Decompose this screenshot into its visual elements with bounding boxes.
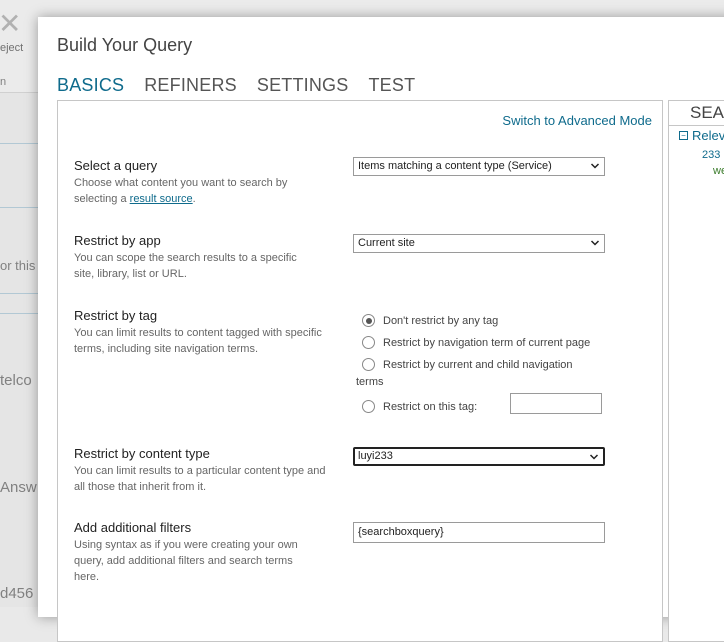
preview-title: SEAR <box>690 103 724 122</box>
select-query-dropdown[interactable]: Items matching a content type (Service) <box>353 157 605 176</box>
radio-label: Restrict on this tag: <box>383 400 478 413</box>
restrict-content-type-label: Restrict by content type <box>74 446 210 461</box>
radio-current-child-navigation[interactable]: Restrict by current and child navigation <box>362 358 573 371</box>
tab-basics[interactable]: BASICS <box>57 75 124 96</box>
radio-this-tag[interactable]: Restrict on this tag: <box>362 400 477 413</box>
relevant-results-label: Relev <box>692 128 724 143</box>
radio-label: Don't restrict by any tag <box>383 314 499 327</box>
content-type-value: luyi233 <box>358 450 393 462</box>
radio-no-tag[interactable]: Don't restrict by any tag <box>362 314 498 327</box>
restrict-app-help: You can scope the search results to a sp… <box>74 252 297 280</box>
select-query-help: Choose what content you want to search b… <box>74 175 314 207</box>
relevant-results-group[interactable]: − Relev <box>679 128 724 143</box>
restrict-tag-label: Restrict by tag <box>74 308 158 323</box>
radio-button[interactable] <box>362 314 375 327</box>
radio-label: Restrict by current and child navigation <box>383 358 573 371</box>
content-type-dropdown[interactable]: luyi233 <box>353 447 605 466</box>
radio-button[interactable] <box>362 358 375 371</box>
additional-filters-label: Add additional filters <box>74 520 192 535</box>
result-link[interactable]: 233 <box>702 149 720 161</box>
result-url: we <box>713 165 724 177</box>
result-source-link[interactable]: result source <box>130 193 193 205</box>
radio-label: Restrict by navigation term of current p… <box>383 336 591 349</box>
restrict-app-value: Current site <box>358 237 415 249</box>
preview-divider <box>669 125 724 126</box>
radio-button[interactable] <box>362 400 375 413</box>
select-query-help-suffix: . <box>192 193 196 205</box>
tab-test[interactable]: TEST <box>368 75 415 96</box>
radio-navigation-term[interactable]: Restrict by navigation term of current p… <box>362 336 590 349</box>
radio-button[interactable] <box>362 336 375 349</box>
additional-filters-input[interactable]: {searchboxquery} <box>353 522 605 543</box>
search-results-preview: SEAR − Relev 233 we <box>668 100 724 642</box>
collapse-icon[interactable]: − <box>679 131 688 140</box>
switch-advanced-mode-link[interactable]: Switch to Advanced Mode <box>502 113 652 128</box>
select-query-label: Select a query <box>74 158 158 173</box>
restrict-app-label: Restrict by app <box>74 233 161 248</box>
tab-settings[interactable]: SETTINGS <box>257 75 349 96</box>
select-query-value: Items matching a content type (Service) <box>358 160 552 172</box>
restrict-content-type-help: You can limit results to a particular co… <box>74 465 326 493</box>
tab-refiners[interactable]: REFINERS <box>144 75 237 96</box>
chevron-down-icon <box>589 454 599 460</box>
additional-filters-help: Using syntax as if you were creating you… <box>74 539 298 583</box>
chevron-down-icon <box>590 240 600 246</box>
build-query-dialog: Build Your Query BASICS REFINERS SETTING… <box>38 17 724 642</box>
chevron-down-icon <box>590 163 600 169</box>
restrict-app-dropdown[interactable]: Current site <box>353 234 605 253</box>
tag-input[interactable] <box>510 393 602 414</box>
radio-label-continuation: terms <box>356 376 384 388</box>
dialog-title: Build Your Query <box>57 35 193 55</box>
restrict-tag-help: You can limit results to content tagged … <box>74 327 322 355</box>
tab-bar: BASICS REFINERS SETTINGS TEST <box>57 75 435 96</box>
basics-panel: Switch to Advanced Mode Select a query C… <box>57 100 663 642</box>
